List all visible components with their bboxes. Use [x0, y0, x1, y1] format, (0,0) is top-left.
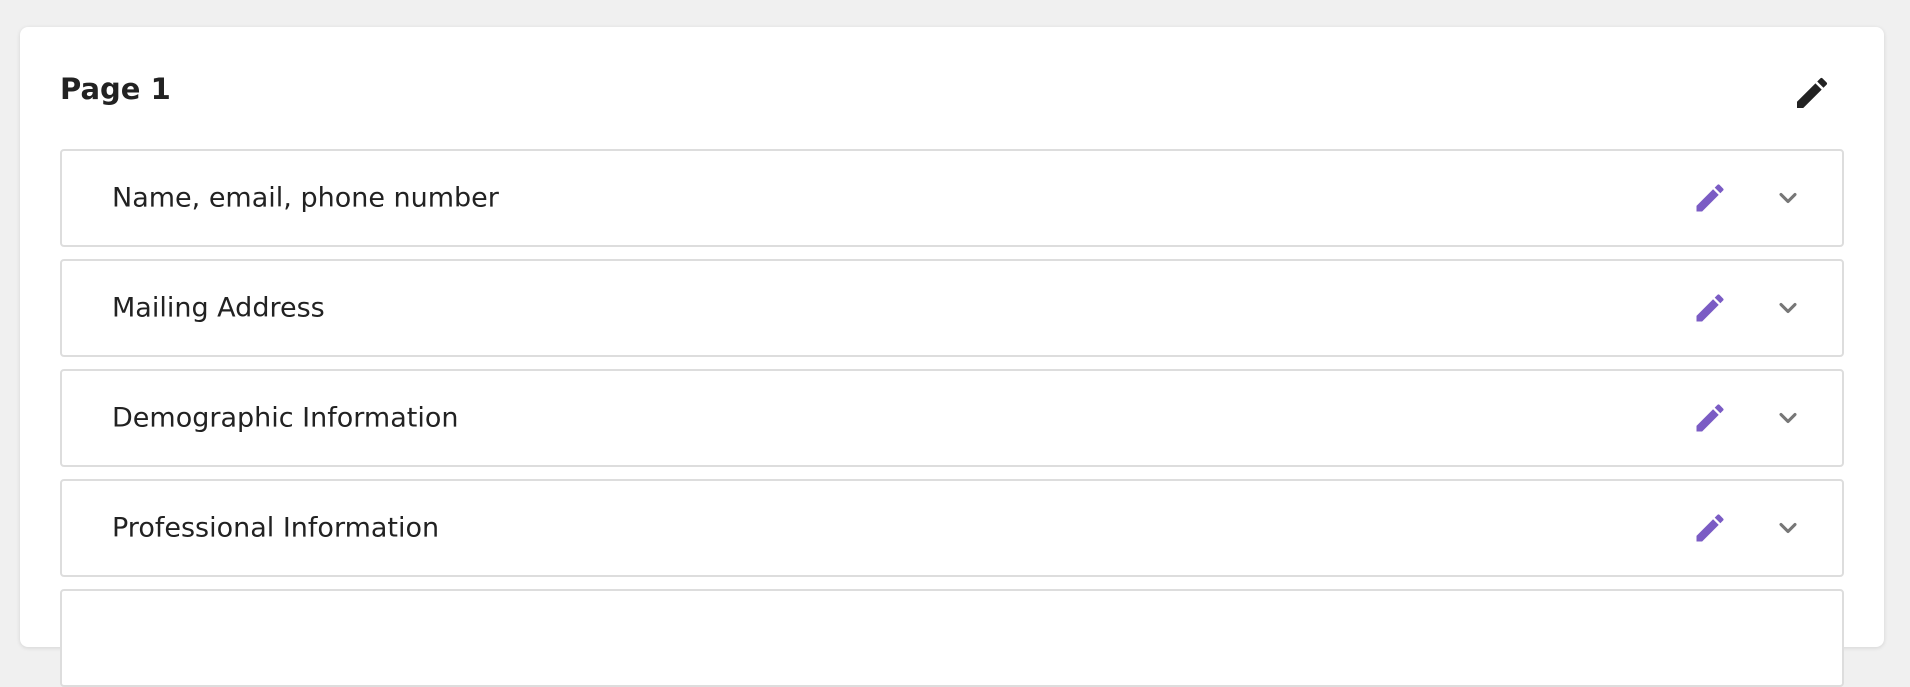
edit-section-button[interactable] [1690, 288, 1730, 328]
page-card: Page 1 Name, email, phone number Mailing… [20, 27, 1884, 687]
chevron-down-icon [1779, 192, 1797, 204]
section-item[interactable]: Mailing Address [60, 259, 1844, 357]
pencil-icon [1696, 294, 1724, 322]
edit-page-button[interactable] [1790, 71, 1834, 115]
chevron-down-icon [1779, 412, 1797, 424]
page-title: Page 1 [60, 72, 171, 106]
chevron-down-icon [1779, 302, 1797, 314]
section-item[interactable]: Professional Information [60, 479, 1844, 577]
edit-section-button[interactable] [1690, 398, 1730, 438]
section-label: Name, email, phone number [112, 182, 499, 214]
expand-section-toggle[interactable] [1772, 182, 1804, 214]
pencil-icon [1696, 404, 1724, 432]
chevron-down-icon [1779, 522, 1797, 534]
section-item[interactable] [60, 589, 1844, 687]
expand-section-toggle[interactable] [1772, 292, 1804, 324]
expand-section-toggle[interactable] [1772, 512, 1804, 544]
pencil-icon [1797, 77, 1828, 108]
section-list: Name, email, phone number Mailing Addres… [60, 149, 1844, 687]
pencil-icon [1696, 184, 1724, 212]
pencil-icon [1696, 514, 1724, 542]
page-header: Page 1 [60, 27, 1844, 149]
section-item[interactable]: Demographic Information [60, 369, 1844, 467]
edit-section-button[interactable] [1690, 178, 1730, 218]
section-label: Mailing Address [112, 292, 325, 324]
expand-section-toggle[interactable] [1772, 402, 1804, 434]
section-item[interactable]: Name, email, phone number [60, 149, 1844, 247]
section-label: Demographic Information [112, 402, 459, 434]
edit-section-button[interactable] [1690, 508, 1730, 548]
section-label: Professional Information [112, 512, 440, 544]
